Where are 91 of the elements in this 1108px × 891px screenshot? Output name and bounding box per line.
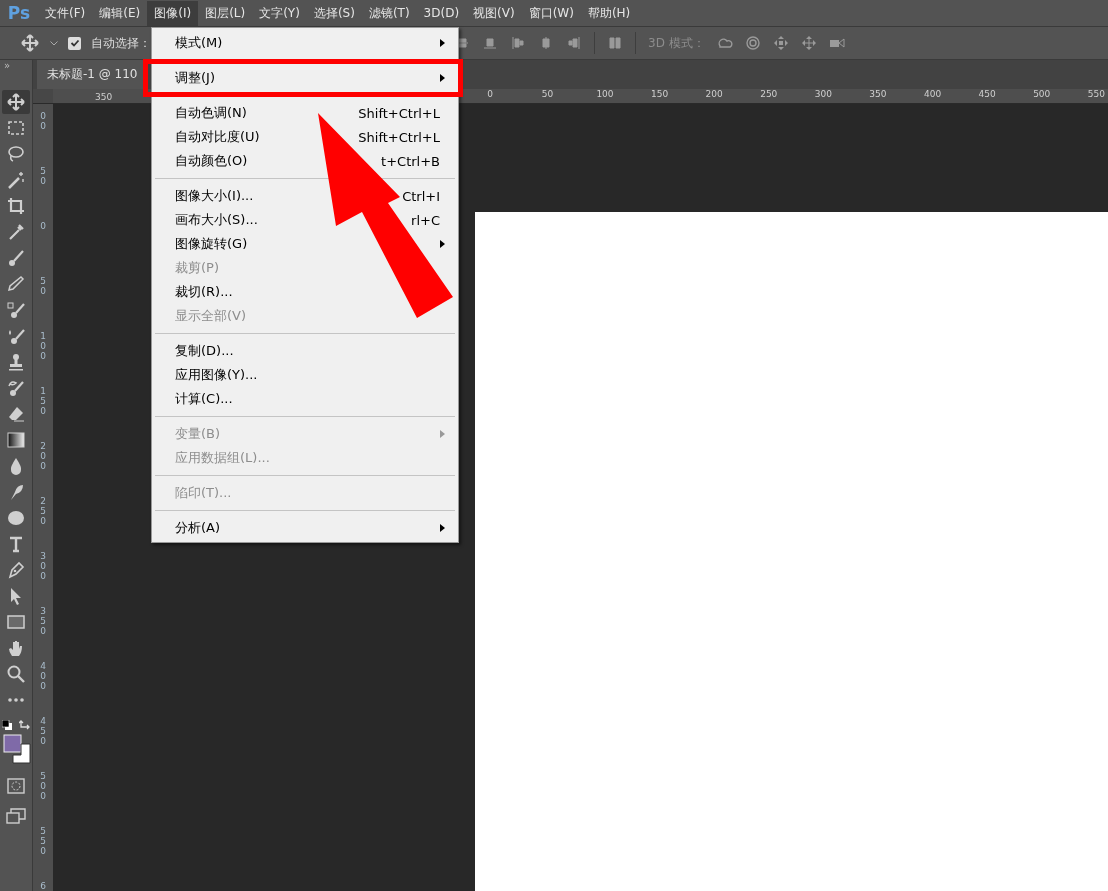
menu-item[interactable]: 分析(A) <box>152 516 458 540</box>
sponge-tool-icon <box>6 508 26 528</box>
ruler-label: 450 <box>978 89 996 99</box>
foreground-color-swatch[interactable] <box>3 734 22 753</box>
stamp-tool-icon <box>6 352 26 372</box>
pen-tool-icon <box>6 560 26 580</box>
menu-item[interactable]: 图像大小(I)... Ctrl+I <box>152 184 458 208</box>
brush-tool-icon <box>6 248 26 268</box>
screen-mode-icon[interactable] <box>6 808 26 824</box>
ruler-label: 500 <box>1033 89 1051 99</box>
menu-item[interactable]: 画布大小(S)... rl+C <box>152 208 458 232</box>
distribute-right-icon[interactable] <box>566 35 582 51</box>
ruler-label: 150 <box>650 89 669 99</box>
marquee-tool-icon <box>6 118 26 138</box>
ruler-label: 350 <box>40 606 46 636</box>
orbit-icon[interactable] <box>716 35 733 51</box>
camera-icon[interactable] <box>828 35 845 51</box>
menu-bar-item[interactable]: 选择(S) <box>306 0 362 26</box>
menu-bar-item[interactable]: 编辑(E) <box>92 0 148 26</box>
ruler-label: 400 <box>40 661 46 691</box>
menu-bar-item[interactable]: 文字(Y) <box>252 0 307 26</box>
menu-item[interactable]: 自动色调(N) Shift+Ctrl+L <box>152 101 458 125</box>
collapse-toggle[interactable]: » <box>0 60 15 72</box>
menu-bar-item[interactable]: 窗口(W) <box>521 0 581 26</box>
menu-item[interactable]: 图像旋转(G) <box>152 232 458 256</box>
menu-bar-item[interactable]: 图像(I) <box>147 0 199 26</box>
ruler-label: 6 <box>40 881 46 891</box>
caret-icon[interactable] <box>50 40 58 46</box>
roll-icon[interactable] <box>744 35 761 51</box>
ruler-label: 50 <box>40 166 46 186</box>
app-logo: Ps <box>6 3 32 23</box>
ruler-label: 400 <box>923 89 942 99</box>
pencil-tool-icon <box>6 274 26 294</box>
auto-align-icon[interactable] <box>607 35 623 51</box>
wand-tool-icon <box>6 170 26 190</box>
swap-colors-icon[interactable] <box>19 720 30 731</box>
ruler-label: 500 <box>40 771 46 801</box>
ruler-label: 0 <box>487 89 493 99</box>
pan-icon[interactable] <box>772 35 789 51</box>
ruler-label: 0 <box>40 221 46 231</box>
menu-item[interactable]: 模式(M) <box>152 31 458 55</box>
ruler-label: 200 <box>705 89 723 99</box>
eraser-tool-icon <box>6 404 26 424</box>
ruler-label: 100 <box>596 89 614 99</box>
menu-item[interactable]: 自动颜色(O) t+Ctrl+B <box>152 149 458 173</box>
distribute-bottom-icon[interactable] <box>482 35 498 51</box>
history-tool-icon <box>6 378 26 398</box>
ruler-label: 250 <box>40 496 46 526</box>
more-tools-icon <box>8 698 24 702</box>
menu-bar-item[interactable]: 3D(D) <box>416 2 467 24</box>
menu-bar-item[interactable]: 视图(V) <box>466 0 522 26</box>
default-colors-icon[interactable] <box>2 720 13 731</box>
background-color-swatch[interactable] <box>12 743 31 764</box>
tool-button[interactable] <box>2 90 30 114</box>
ruler-label: 300 <box>40 551 46 581</box>
menu-item[interactable]: 计算(C)... <box>152 387 458 411</box>
ruler-label: 450 <box>40 716 46 746</box>
menu-item[interactable]: 应用图像(Y)... <box>152 363 458 387</box>
menu-bar-item[interactable]: 滤镜(T) <box>361 0 417 26</box>
rectangle-tool-icon <box>6 612 26 632</box>
ruler-label: 100 <box>40 331 46 361</box>
menu-bar-item[interactable]: 图层(L) <box>198 0 253 26</box>
ruler-label: 550 <box>40 826 46 856</box>
ruler-label: 550 <box>1087 89 1105 99</box>
menu-item[interactable]: 裁切(R)... <box>152 280 458 304</box>
zoom-tool-icon <box>6 664 26 684</box>
menu-item[interactable]: 调整(J) <box>152 66 458 90</box>
quick-mask-icon[interactable] <box>7 778 25 794</box>
menu-item[interactable]: 复制(D)... <box>152 339 458 363</box>
auto-select-checkbox[interactable] <box>68 36 81 50</box>
crop-tool-icon <box>6 196 26 216</box>
ruler-label: 350 <box>869 89 887 99</box>
replace-tool-icon <box>6 300 26 320</box>
ruler-label: 250 <box>760 89 778 99</box>
auto-select-label: 自动选择： <box>91 34 151 52</box>
ruler-label: 200 <box>40 441 46 471</box>
lasso-tool-icon <box>6 144 26 164</box>
ruler-label: 00 <box>40 111 46 131</box>
ruler-label: 150 <box>40 386 46 416</box>
menu-bar-item[interactable]: 帮助(H) <box>580 0 638 26</box>
ruler-label: 350 <box>95 92 113 102</box>
move-tool-icon <box>20 33 40 53</box>
ruler-label: 50 <box>541 89 554 99</box>
move-tool-icon <box>6 92 26 112</box>
ruler-label: 300 <box>814 89 832 99</box>
ruler-label: 50 <box>40 276 46 296</box>
distribute-left-icon[interactable] <box>510 35 526 51</box>
slide-icon[interactable] <box>800 35 817 51</box>
gradient-tool-icon <box>6 430 26 450</box>
menu-item[interactable]: 自动对比度(U) Shift+Ctrl+L <box>152 125 458 149</box>
menu-bar-item[interactable]: 文件(F) <box>38 0 93 26</box>
